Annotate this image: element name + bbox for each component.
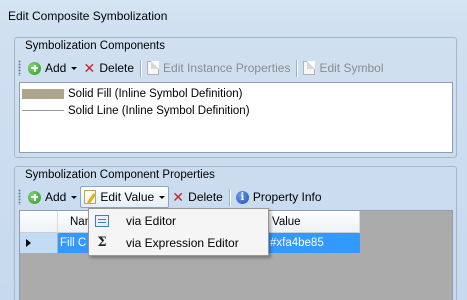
delete-property-button[interactable]: ✕ Delete	[169, 186, 226, 208]
delete-icon: ✕	[83, 60, 96, 76]
toolbar-separator	[228, 188, 230, 206]
info-icon: i	[235, 190, 249, 204]
add-icon	[28, 190, 41, 204]
edit-icon	[84, 190, 97, 204]
group-title-components: Symbolization Components	[25, 40, 165, 52]
add-icon	[28, 61, 41, 75]
menu-item-label: via Editor	[126, 213, 177, 228]
property-info-button[interactable]: i Property Info	[233, 186, 325, 208]
toolbar-separator	[296, 59, 298, 77]
add-property-button[interactable]: Add	[25, 186, 80, 208]
toolbar-separator	[140, 59, 142, 77]
edit-symbol-button[interactable]: Edit Symbol	[300, 57, 386, 79]
menu-item-label: via Expression Editor	[126, 235, 239, 250]
document-icon	[303, 61, 316, 75]
add-label: Add	[45, 61, 67, 75]
delete-label: Delete	[188, 190, 223, 204]
grid-corner-cell	[20, 211, 58, 233]
list-item-label: Solid Fill (Inline Symbol Definition)	[68, 87, 243, 100]
edit-symbol-label: Edit Symbol	[319, 61, 384, 75]
form-icon	[95, 214, 109, 227]
title-bar: Edit Composite Symbolization	[0, 0, 467, 30]
menu-item-via-expression-editor[interactable]: Σ via Expression Editor	[91, 232, 266, 253]
row-header[interactable]	[20, 233, 58, 253]
column-header-value[interactable]: Value	[268, 211, 360, 233]
chevron-down-icon	[71, 195, 78, 199]
add-component-button[interactable]: Add	[25, 57, 80, 79]
components-toolbar: Add ✕ Delete Edit Instance Properties Ed…	[15, 56, 386, 80]
edit-instance-properties-button[interactable]: Edit Instance Properties	[144, 57, 293, 79]
group-title-properties: Symbolization Component Properties	[25, 169, 215, 181]
edit-instance-label: Edit Instance Properties	[163, 61, 291, 75]
list-item[interactable]: Solid Line (Inline Symbol Definition)	[22, 102, 250, 119]
list-item-label: Solid Line (Inline Symbol Definition)	[68, 104, 250, 117]
list-item[interactable]: Solid Fill (Inline Symbol Definition)	[22, 85, 242, 102]
menu-item-via-editor[interactable]: via Editor	[91, 210, 266, 231]
properties-toolbar: Add Edit Value ✕ Delete i Property Info	[15, 185, 325, 209]
sigma-icon: Σ	[97, 235, 107, 250]
delete-icon: ✕	[172, 189, 185, 205]
chevron-down-icon	[159, 195, 166, 199]
delete-component-button[interactable]: ✕ Delete	[80, 57, 137, 79]
edit-value-button[interactable]: Edit Value	[80, 186, 170, 208]
add-label: Add	[45, 190, 67, 204]
edit-value-dropdown-menu: via Editor Σ via Expression Editor	[88, 208, 269, 256]
line-swatch	[22, 110, 64, 111]
document-icon	[147, 61, 160, 75]
toolbar-grip[interactable]	[18, 60, 21, 76]
current-row-arrow-icon	[26, 239, 31, 247]
window-title: Edit Composite Symbolization	[8, 9, 168, 23]
toolbar-grip[interactable]	[18, 189, 21, 205]
symbolization-components-group: Symbolization Components Add ✕ Delete Ed…	[14, 37, 457, 158]
components-list[interactable]: Solid Fill (Inline Symbol Definition) So…	[19, 82, 453, 153]
property-info-label: Property Info	[252, 190, 322, 204]
chevron-down-icon	[71, 66, 78, 70]
cell-value[interactable]: #xfa4be85	[268, 233, 360, 253]
delete-label: Delete	[99, 61, 135, 75]
edit-value-label: Edit Value	[100, 190, 155, 204]
fill-swatch	[22, 88, 64, 99]
